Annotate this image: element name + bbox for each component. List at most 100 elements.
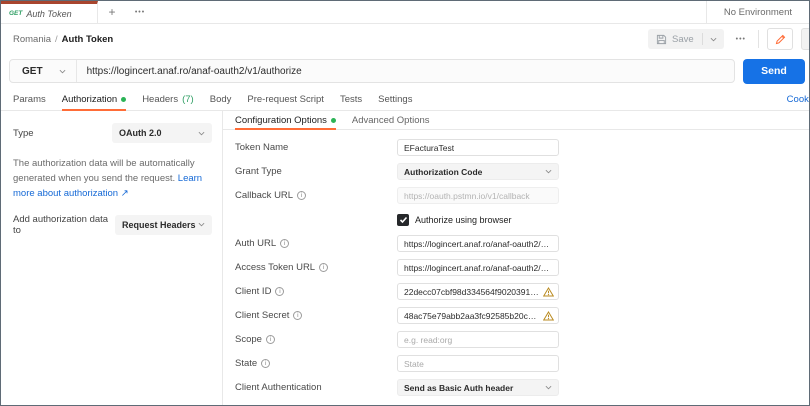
state-input[interactable]: State [397, 355, 559, 372]
chevron-down-icon [59, 69, 66, 74]
scope-row: Scope i e.g. read:org [235, 331, 797, 348]
request-tabs: Params Authorization Headers (7) Body Pr… [1, 88, 809, 111]
headers-count-badge: (7) [182, 94, 194, 105]
state-row: State i State [235, 355, 797, 372]
access-token-url-label: Access Token URL i [235, 262, 397, 273]
info-icon[interactable]: i [319, 263, 328, 272]
external-link-icon: ↗ [121, 188, 129, 199]
auth-description: The authorization data will be automatic… [13, 156, 212, 202]
request-tab[interactable]: GET Auth Token [1, 1, 98, 23]
environment-selector[interactable]: No Environment [706, 1, 809, 23]
access-token-url-row: Access Token URL i https://logincert.ana… [235, 259, 797, 276]
more-actions-button[interactable]: ••• [732, 36, 750, 43]
auth-type-panel: Type OAuth 2.0 The authorization data wi… [1, 111, 223, 405]
url-input[interactable]: https://logincert.anaf.ro/anaf-oauth2/v1… [77, 66, 312, 77]
scope-input[interactable]: e.g. read:org [397, 331, 559, 348]
breadcrumb-request[interactable]: Auth Token [62, 34, 114, 45]
send-button[interactable]: Send [743, 59, 805, 84]
pencil-icon [775, 34, 786, 45]
auth-url-row: Auth URL i https://logincert.anaf.ro/ana… [235, 235, 797, 252]
tab-headers[interactable]: Headers (7) [142, 88, 194, 110]
tab-settings[interactable]: Settings [378, 88, 412, 110]
info-icon[interactable]: i [275, 287, 284, 296]
url-box: GET https://logincert.anaf.ro/anaf-oauth… [9, 59, 735, 83]
add-auth-data-label: Add authorization data to [13, 214, 115, 236]
info-icon[interactable]: i [297, 191, 306, 200]
client-secret-label: Client Secret i [235, 310, 397, 321]
auth-type-select[interactable]: OAuth 2.0 [112, 123, 212, 143]
cookies-link[interactable]: Cookies [787, 88, 810, 110]
authorize-browser-checkbox[interactable] [397, 214, 409, 226]
oauth-config-panel: Configuration Options Advanced Options T… [223, 111, 809, 405]
new-tab-button[interactable]: + [98, 1, 126, 23]
authorize-browser-label: Authorize using browser [415, 215, 512, 225]
oauth-config-form: Token Name EFacturaTest Grant Type A [223, 130, 809, 405]
green-dot-icon [331, 118, 336, 123]
header-divider [758, 30, 759, 48]
info-icon[interactable]: i [266, 335, 275, 344]
client-secret-row: Client Secret i 48ac75e79abb2aa3fc92585b… [235, 307, 797, 324]
token-name-input[interactable]: EFacturaTest [397, 139, 559, 156]
grant-type-label: Grant Type [235, 166, 397, 177]
comments-button[interactable] [801, 28, 810, 50]
postman-window: GET Auth Token + ••• No Environment Roma… [0, 0, 810, 406]
chevron-down-icon [545, 169, 552, 174]
info-icon[interactable]: i [280, 239, 289, 248]
request-tab-title: Auth Token [26, 9, 71, 19]
auth-type-label: Type [13, 128, 34, 139]
tab-body[interactable]: Body [210, 88, 232, 110]
chevron-down-icon [710, 37, 717, 42]
client-secret-input[interactable]: 48ac75e79abb2aa3fc92585b20ca99cd2… [397, 307, 559, 324]
chevron-down-icon [198, 222, 205, 227]
callback-url-label: Callback URL i [235, 190, 397, 201]
grant-type-row: Grant Type Authorization Code [235, 163, 797, 180]
breadcrumb-collection[interactable]: Romania [13, 34, 51, 45]
client-authentication-row: Client Authentication Send as Basic Auth… [235, 379, 797, 396]
client-authentication-select[interactable]: Send as Basic Auth header [397, 379, 559, 396]
save-label: Save [672, 34, 694, 45]
authorization-editor: Type OAuth 2.0 The authorization data wi… [1, 111, 809, 405]
send-label: Send [761, 65, 787, 77]
info-icon[interactable]: i [293, 311, 302, 320]
breadcrumb-separator: / [55, 34, 58, 45]
header-actions: Save ••• [648, 28, 810, 50]
client-id-label: Client ID i [235, 286, 397, 297]
method-select[interactable]: GET [10, 60, 76, 82]
tab-pre-request-script[interactable]: Pre-request Script [247, 88, 324, 110]
ellipsis-icon: ••• [135, 9, 145, 16]
add-auth-data-select[interactable]: Request Headers [115, 215, 212, 235]
callback-url-input[interactable]: https://oauth.pstmn.io/v1/callback [397, 187, 559, 204]
config-tabs: Configuration Options Advanced Options [223, 111, 809, 130]
environment-label: No Environment [724, 7, 792, 18]
method-value: GET [22, 66, 43, 77]
client-id-input[interactable]: 22decc07cbf98d334564f90203910023… [397, 283, 559, 300]
token-name-row: Token Name EFacturaTest [235, 139, 797, 156]
token-name-label: Token Name [235, 142, 397, 153]
grant-type-select[interactable]: Authorization Code [397, 163, 559, 180]
tab-authorization[interactable]: Authorization [62, 88, 126, 110]
tab-params[interactable]: Params [13, 88, 46, 110]
tab-overflow-button[interactable]: ••• [126, 1, 154, 23]
warning-icon [543, 287, 554, 297]
callback-url-row: Callback URL i https://oauth.pstmn.io/v1… [235, 187, 797, 204]
edit-documentation-button[interactable] [767, 28, 793, 50]
auth-url-input[interactable]: https://logincert.anaf.ro/anaf-oauth2/v1… [397, 235, 559, 252]
tab-tests[interactable]: Tests [340, 88, 362, 110]
authorize-browser-row: Authorize using browser [235, 211, 797, 228]
floppy-icon [656, 34, 667, 45]
access-token-url-input[interactable]: https://logincert.anaf.ro/anaf-oauth2/v1… [397, 259, 559, 276]
request-url-row: GET https://logincert.anaf.ro/anaf-oauth… [1, 54, 809, 88]
chevron-down-icon [545, 385, 552, 390]
client-authentication-label: Client Authentication [235, 382, 397, 393]
tab-bar-spacer [154, 1, 706, 23]
save-menu-button[interactable] [703, 29, 724, 49]
request-header-row: Romania / Auth Token Save ••• [1, 24, 809, 54]
info-icon[interactable]: i [261, 359, 270, 368]
tab-configuration-options[interactable]: Configuration Options [235, 111, 336, 129]
tab-advanced-options[interactable]: Advanced Options [352, 111, 430, 129]
auth-url-label: Auth URL i [235, 238, 397, 249]
warning-icon [543, 311, 554, 321]
scope-label: Scope i [235, 334, 397, 345]
client-id-row: Client ID i 22decc07cbf98d334564f9020391… [235, 283, 797, 300]
save-button[interactable]: Save [648, 29, 724, 49]
